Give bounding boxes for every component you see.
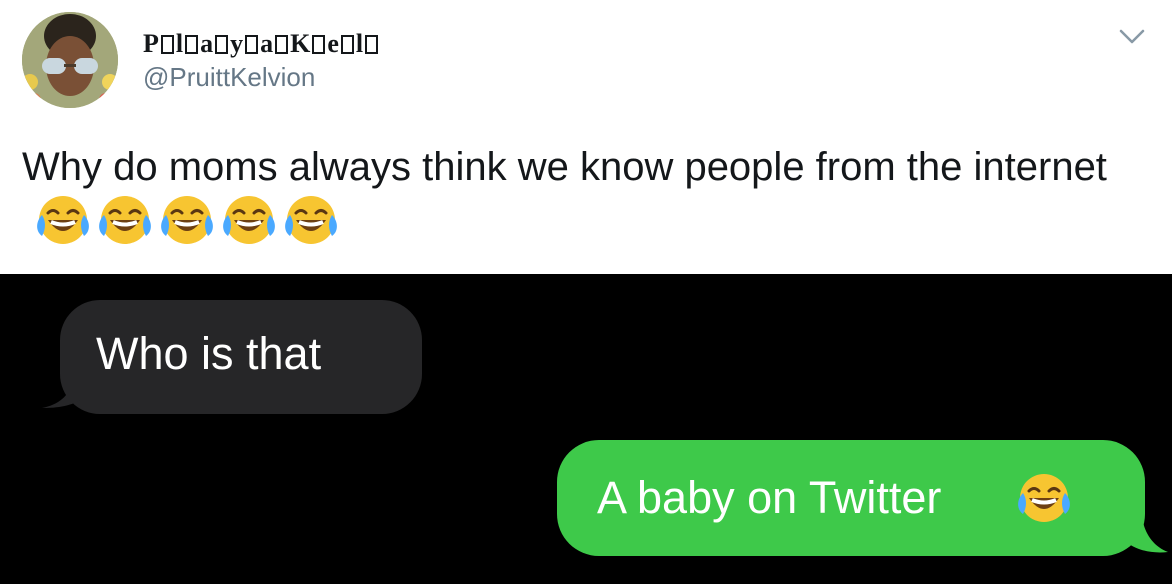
face-with-tears-of-joy-icon <box>1016 472 1072 524</box>
display-name-letter: a <box>200 29 214 58</box>
missing-glyph-box <box>215 34 229 54</box>
display-name-letter: l <box>355 29 364 58</box>
avatar-image <box>22 12 118 108</box>
missing-glyph-box <box>312 34 326 54</box>
display-name-letter: a <box>260 29 274 58</box>
missing-glyph-box <box>275 34 289 54</box>
tweet-text: Why do moms always think we know people … <box>22 141 1152 250</box>
missing-glyph-box <box>340 34 354 54</box>
missing-glyph-box <box>245 34 259 54</box>
avatar[interactable] <box>22 12 118 108</box>
face-with-tears-of-joy-icon <box>221 194 277 246</box>
outgoing-message-bubble: A baby on Twitter <box>557 440 1145 556</box>
outgoing-message-text: A baby on Twitter <box>597 472 942 523</box>
face-with-tears-of-joy-icon <box>283 194 339 246</box>
display-name[interactable]: P l a y a K e l <box>143 28 380 60</box>
tweet-body-text: Why do moms always think we know people … <box>22 145 1107 189</box>
incoming-message-text: Who is that <box>96 328 322 379</box>
display-name-letter: e <box>327 29 339 58</box>
incoming-bubble-tail <box>42 370 84 408</box>
missing-glyph-box <box>185 34 199 54</box>
missing-glyph-box <box>365 34 379 54</box>
emoji-row <box>34 193 340 247</box>
face-with-tears-of-joy-icon <box>159 194 215 246</box>
chevron-down-icon[interactable] <box>1118 28 1146 46</box>
tweet-header: P l a y a K e l @PruittKelvion <box>0 0 1172 130</box>
missing-glyph-box <box>160 34 174 54</box>
face-with-tears-of-joy-icon <box>35 194 91 246</box>
outgoing-bubble-tail <box>1124 512 1168 553</box>
user-handle[interactable]: @PruittKelvion <box>143 62 315 93</box>
display-name-letter: l <box>175 29 184 58</box>
display-name-letter: y <box>230 29 244 58</box>
chat-screenshot: Who is that A baby on Twitter <box>0 274 1172 584</box>
display-name-letter: P <box>143 29 159 58</box>
display-name-letter: K <box>290 29 311 58</box>
face-with-tears-of-joy-icon <box>97 194 153 246</box>
incoming-message-bubble: Who is that <box>60 300 422 414</box>
